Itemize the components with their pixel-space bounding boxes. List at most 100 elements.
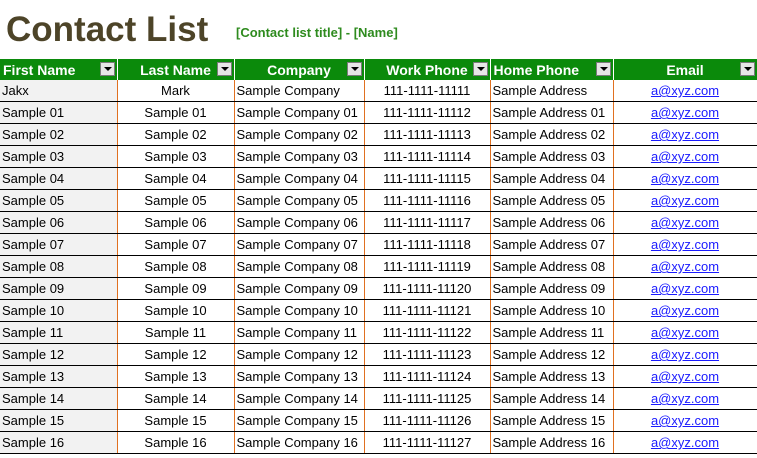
cell-last-name[interactable]: Sample 14 [117, 387, 235, 410]
cell-company[interactable]: Sample Company 06 [234, 211, 365, 234]
cell-email[interactable]: a@xyz.com [613, 145, 757, 168]
cell-company[interactable]: Sample Company 10 [234, 299, 365, 322]
cell-work-phone[interactable]: 111-1111-11120 [364, 277, 491, 300]
email-link[interactable]: a@xyz.com [651, 83, 719, 98]
cell-email[interactable]: a@xyz.com [613, 167, 757, 190]
cell-home-phone[interactable]: Sample Address 15 [490, 409, 614, 432]
email-link[interactable]: a@xyz.com [651, 303, 719, 318]
cell-home-phone[interactable]: Sample Address 14 [490, 387, 614, 410]
cell-first-name[interactable]: Sample 12 [0, 343, 118, 366]
cell-email[interactable]: a@xyz.com [613, 409, 757, 432]
email-link[interactable]: a@xyz.com [651, 391, 719, 406]
cell-work-phone[interactable]: 111-1111-11116 [364, 189, 491, 212]
cell-work-phone[interactable]: 111-1111-11121 [364, 299, 491, 322]
cell-home-phone[interactable]: Sample Address 07 [490, 233, 614, 256]
cell-company[interactable]: Sample Company 04 [234, 167, 365, 190]
cell-email[interactable]: a@xyz.com [613, 321, 757, 344]
cell-email[interactable]: a@xyz.com [613, 123, 757, 146]
cell-work-phone[interactable]: 111-1111-11115 [364, 167, 491, 190]
email-link[interactable]: a@xyz.com [651, 149, 719, 164]
cell-first-name[interactable]: Sample 07 [0, 233, 118, 256]
dropdown-filter-icon[interactable] [99, 62, 115, 76]
cell-last-name[interactable]: Sample 16 [117, 431, 235, 454]
cell-home-phone[interactable]: Sample Address 09 [490, 277, 614, 300]
cell-home-phone[interactable]: Sample Address 03 [490, 145, 614, 168]
cell-last-name[interactable]: Sample 09 [117, 277, 235, 300]
cell-first-name[interactable]: Sample 05 [0, 189, 118, 212]
cell-last-name[interactable]: Sample 12 [117, 343, 235, 366]
cell-home-phone[interactable]: Sample Address [490, 80, 614, 102]
cell-work-phone[interactable]: 111-1111-11114 [364, 145, 491, 168]
cell-first-name[interactable]: Sample 01 [0, 101, 118, 124]
cell-company[interactable]: Sample Company 09 [234, 277, 365, 300]
cell-first-name[interactable]: Sample 14 [0, 387, 118, 410]
cell-last-name[interactable]: Sample 02 [117, 123, 235, 146]
cell-company[interactable]: Sample Company 01 [234, 101, 365, 124]
cell-company[interactable]: Sample Company 14 [234, 387, 365, 410]
cell-email[interactable]: a@xyz.com [613, 299, 757, 322]
cell-last-name[interactable]: Sample 11 [117, 321, 235, 344]
cell-work-phone[interactable]: 111-1111-11113 [364, 123, 491, 146]
cell-email[interactable]: a@xyz.com [613, 80, 757, 102]
cell-company[interactable]: Sample Company 02 [234, 123, 365, 146]
cell-work-phone[interactable]: 111-1111-11112 [364, 101, 491, 124]
cell-last-name[interactable]: Sample 08 [117, 255, 235, 278]
email-link[interactable]: a@xyz.com [651, 347, 719, 362]
cell-email[interactable]: a@xyz.com [613, 431, 757, 454]
cell-last-name[interactable]: Sample 13 [117, 365, 235, 388]
cell-first-name[interactable]: Sample 09 [0, 277, 118, 300]
email-link[interactable]: a@xyz.com [651, 435, 719, 450]
email-link[interactable]: a@xyz.com [651, 105, 719, 120]
cell-company[interactable]: Sample Company 12 [234, 343, 365, 366]
email-link[interactable]: a@xyz.com [651, 413, 719, 428]
column-header-company[interactable]: Company [234, 59, 365, 80]
cell-email[interactable]: a@xyz.com [613, 101, 757, 124]
cell-home-phone[interactable]: Sample Address 04 [490, 167, 614, 190]
cell-home-phone[interactable]: Sample Address 12 [490, 343, 614, 366]
cell-home-phone[interactable]: Sample Address 16 [490, 431, 614, 454]
email-link[interactable]: a@xyz.com [651, 193, 719, 208]
cell-last-name[interactable]: Sample 15 [117, 409, 235, 432]
dropdown-filter-icon[interactable] [595, 62, 611, 76]
dropdown-filter-icon[interactable] [739, 62, 755, 76]
cell-company[interactable]: Sample Company 16 [234, 431, 365, 454]
column-header-first-name[interactable]: First Name [0, 59, 118, 80]
cell-email[interactable]: a@xyz.com [613, 255, 757, 278]
cell-work-phone[interactable]: 111-1111-11119 [364, 255, 491, 278]
column-header-home-phone[interactable]: Home Phone [490, 59, 614, 80]
cell-last-name[interactable]: Sample 06 [117, 211, 235, 234]
email-link[interactable]: a@xyz.com [651, 215, 719, 230]
cell-work-phone[interactable]: 111-1111-11123 [364, 343, 491, 366]
cell-home-phone[interactable]: Sample Address 11 [490, 321, 614, 344]
email-link[interactable]: a@xyz.com [651, 281, 719, 296]
cell-company[interactable]: Sample Company 07 [234, 233, 365, 256]
cell-work-phone[interactable]: 111-1111-11127 [364, 431, 491, 454]
cell-company[interactable]: Sample Company 08 [234, 255, 365, 278]
cell-last-name[interactable]: Sample 07 [117, 233, 235, 256]
cell-company[interactable]: Sample Company 03 [234, 145, 365, 168]
cell-work-phone[interactable]: 111-1111-11117 [364, 211, 491, 234]
cell-company[interactable]: Sample Company 05 [234, 189, 365, 212]
cell-email[interactable]: a@xyz.com [613, 233, 757, 256]
cell-home-phone[interactable]: Sample Address 06 [490, 211, 614, 234]
cell-email[interactable]: a@xyz.com [613, 365, 757, 388]
cell-first-name[interactable]: Jakx [0, 80, 118, 102]
cell-email[interactable]: a@xyz.com [613, 211, 757, 234]
cell-work-phone[interactable]: 111-1111-11111 [364, 80, 491, 102]
cell-company[interactable]: Sample Company 11 [234, 321, 365, 344]
cell-home-phone[interactable]: Sample Address 08 [490, 255, 614, 278]
cell-email[interactable]: a@xyz.com [613, 189, 757, 212]
cell-first-name[interactable]: Sample 13 [0, 365, 118, 388]
cell-home-phone[interactable]: Sample Address 01 [490, 101, 614, 124]
cell-work-phone[interactable]: 111-1111-11118 [364, 233, 491, 256]
cell-home-phone[interactable]: Sample Address 02 [490, 123, 614, 146]
email-link[interactable]: a@xyz.com [651, 369, 719, 384]
cell-work-phone[interactable]: 111-1111-11124 [364, 365, 491, 388]
email-link[interactable]: a@xyz.com [651, 325, 719, 340]
email-link[interactable]: a@xyz.com [651, 237, 719, 252]
cell-first-name[interactable]: Sample 10 [0, 299, 118, 322]
column-header-last-name[interactable]: Last Name [117, 59, 235, 80]
cell-last-name[interactable]: Sample 01 [117, 101, 235, 124]
cell-email[interactable]: a@xyz.com [613, 277, 757, 300]
cell-email[interactable]: a@xyz.com [613, 343, 757, 366]
